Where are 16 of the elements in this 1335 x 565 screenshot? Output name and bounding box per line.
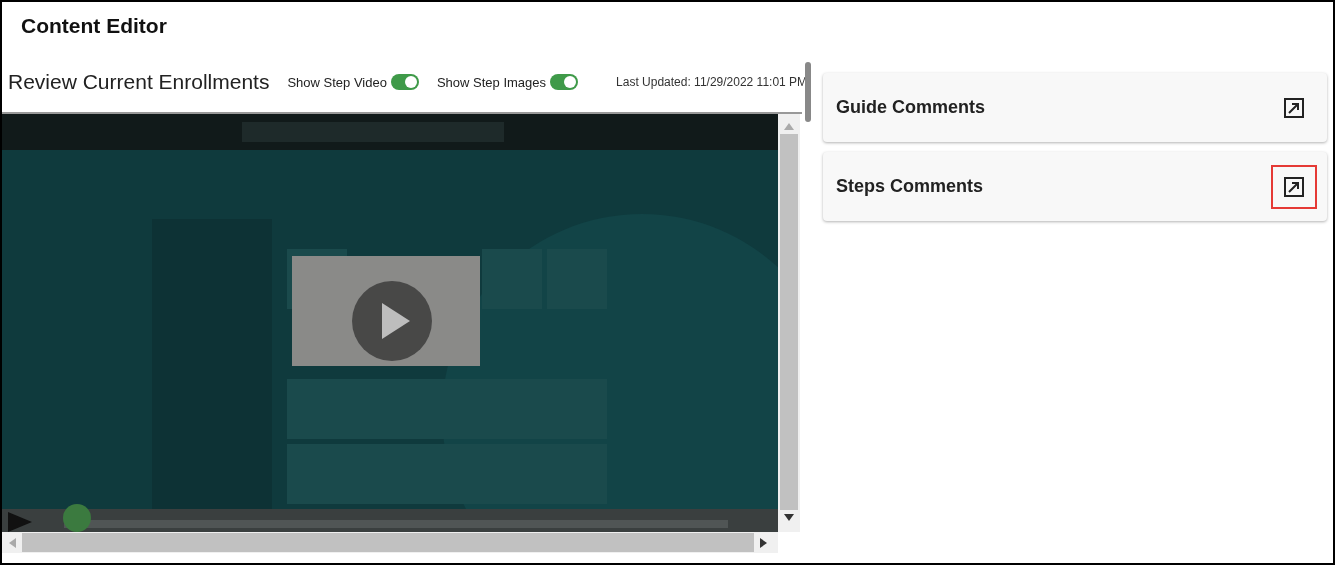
vertical-scrollbar[interactable] [778,114,800,532]
card-title: Guide Comments [836,97,986,118]
play-button[interactable] [352,281,432,361]
card-title: Steps Comments [836,176,984,197]
toggle-switch[interactable] [550,74,579,90]
popout-button[interactable] [1271,164,1317,209]
guide-title: Review Current Enrollments [8,70,270,94]
app-title: Content Editor [20,13,168,39]
popout-icon [1284,97,1304,118]
popout-icon [1284,176,1304,197]
progress-track[interactable] [64,504,728,532]
horizontal-scrollbar[interactable] [2,532,778,553]
page-scrollbar[interactable] [805,62,811,122]
toggle-label: Show Step Video [287,74,387,90]
toggle-switch[interactable] [390,74,419,90]
toggle-label: Show Step Images [436,74,547,90]
